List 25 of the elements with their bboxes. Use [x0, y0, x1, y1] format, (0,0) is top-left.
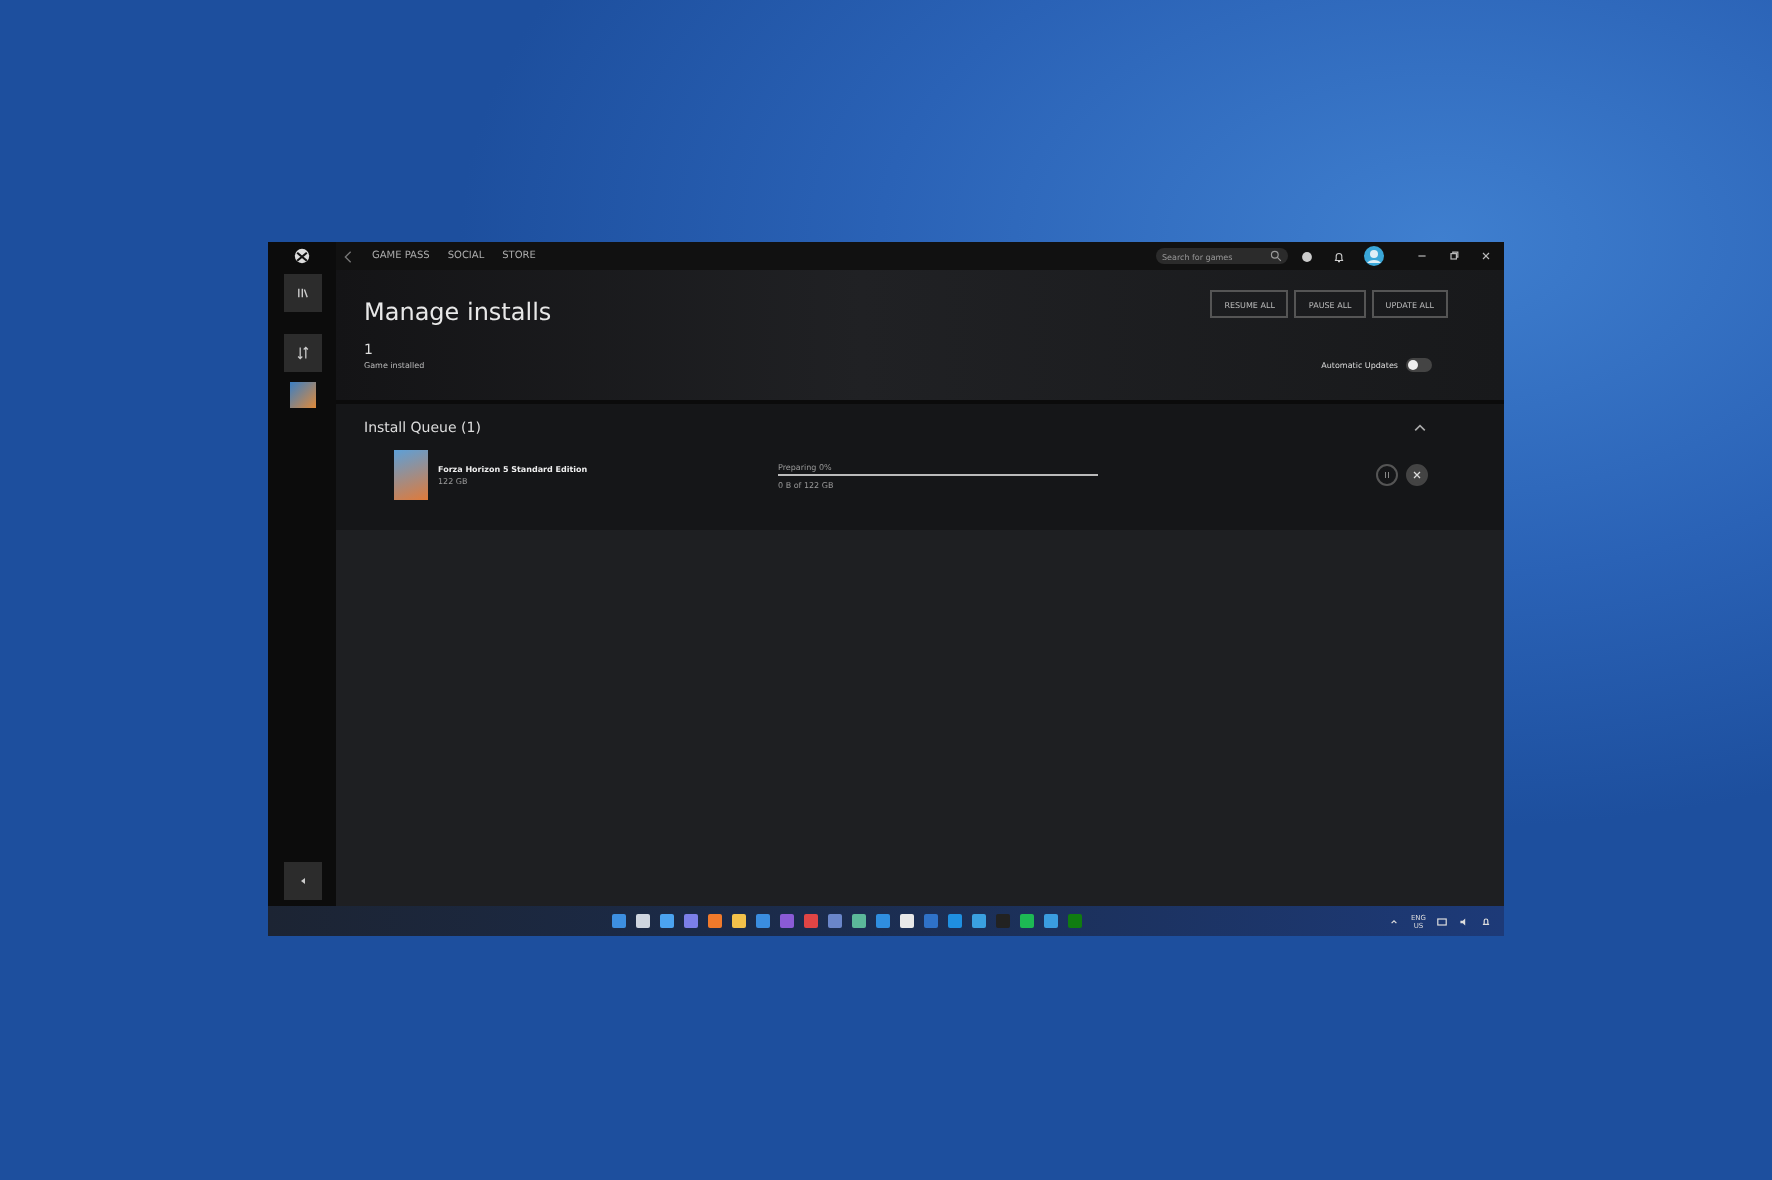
toggle-switch[interactable]: [1406, 358, 1432, 372]
game-cover: [394, 450, 428, 500]
pause-button[interactable]: [1376, 464, 1398, 486]
chevron-icon[interactable]: [1388, 915, 1401, 927]
triangle-icon: [297, 876, 307, 886]
page-title: Manage installs: [364, 298, 552, 326]
minimize-icon[interactable]: [1416, 250, 1428, 262]
library-icon: [295, 286, 309, 300]
restore-icon[interactable]: [1448, 250, 1460, 262]
close-icon: [1412, 470, 1422, 480]
cancel-button[interactable]: [1406, 464, 1428, 486]
avatar-icon[interactable]: [1364, 246, 1384, 266]
monitor-icon[interactable]: [1436, 915, 1448, 927]
sort-icon: [295, 346, 309, 360]
bell-icon[interactable]: [1332, 249, 1346, 263]
notification-icon[interactable]: [1480, 915, 1492, 927]
chevron-icon[interactable]: [1412, 420, 1428, 436]
game-thumbnail[interactable]: [289, 382, 315, 408]
speaker-icon[interactable]: [1458, 915, 1470, 927]
back-icon[interactable]: [344, 249, 352, 263]
library-button[interactable]: [283, 274, 321, 312]
collapse-button[interactable]: [283, 862, 321, 900]
pause-icon: [1382, 470, 1392, 480]
sort-button[interactable]: [283, 334, 321, 372]
close-icon[interactable]: [1480, 250, 1492, 262]
